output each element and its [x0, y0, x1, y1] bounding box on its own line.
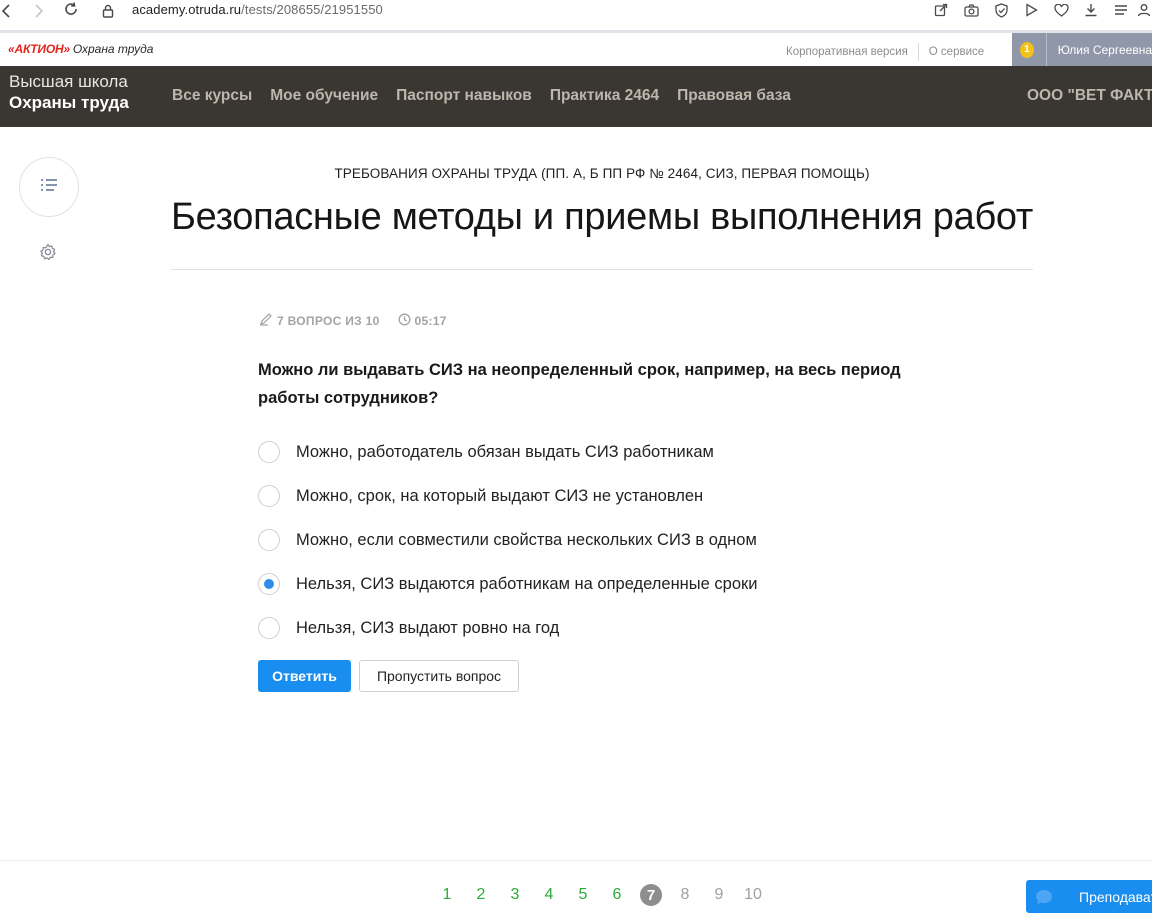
url-host: academy.otruda.ru — [132, 2, 242, 17]
nav-all-courses[interactable]: Все курсы — [172, 87, 252, 105]
answer-radio-5[interactable] — [258, 617, 280, 639]
about-service-link[interactable]: О сервисе — [929, 46, 984, 58]
answer-radio-4[interactable] — [258, 573, 280, 595]
answer-text-5: Нельзя, СИЗ выдают ровно на год — [296, 618, 560, 637]
site-top-strip: «АКТИОН» Охрана труда Корпоративная верс… — [0, 33, 1152, 66]
answer-radio-1[interactable] — [258, 441, 280, 463]
back-arrow-icon[interactable] — [0, 0, 18, 22]
pager-item-6[interactable]: 6 — [600, 886, 634, 904]
question-text: Можно ли выдавать СИЗ на неопределенный … — [258, 361, 901, 407]
download-icon[interactable] — [1076, 0, 1106, 20]
question-meta: 7 ВОПРОС ИЗ 10 05:17 — [259, 312, 465, 329]
brand-logo[interactable]: «АКТИОН» Охрана труда — [8, 42, 153, 56]
lock-icon[interactable] — [102, 4, 114, 23]
pager-divider — [0, 860, 1152, 861]
pager-item-4[interactable]: 4 — [532, 886, 566, 904]
top-links: Корпоративная версия О сервисе — [786, 43, 984, 61]
corporate-version-link[interactable]: Корпоративная версия — [786, 46, 908, 58]
pager-item-5[interactable]: 5 — [566, 886, 600, 904]
answer-option-5[interactable]: Нельзя, СИЗ выдают ровно на год — [258, 606, 757, 650]
browser-actions — [926, 0, 1152, 20]
notification-badge[interactable]: 1 — [1020, 41, 1034, 58]
school-name-line2: Охраны труда — [9, 93, 129, 112]
submit-answer-button[interactable]: Ответить — [258, 660, 351, 692]
school-name-line1: Высшая школа — [9, 72, 128, 91]
browser-toolbar: academy.otruda.ru/tests/208655/21951550 — [0, 0, 1152, 30]
title-divider — [171, 269, 1033, 270]
nav-legal-base[interactable]: Правовая база — [677, 87, 791, 105]
course-title: ТРЕБОВАНИЯ ОХРАНЫ ТРУДА (ПП. А, Б ПП РФ … — [334, 166, 870, 181]
pager-item-9[interactable]: 9 — [702, 886, 736, 904]
main-nav-links: Все курсы Мое обучение Паспорт навыков П… — [172, 87, 791, 105]
question-progress: 7 ВОПРОС ИЗ 10 — [259, 312, 380, 329]
answer-text-1: Можно, работодатель обязан выдать СИЗ ра… — [296, 442, 714, 461]
question-progress-label: 7 ВОПРОС ИЗ 10 — [277, 313, 380, 328]
lesson-title: Безопасные методы и приемы выполнения ра… — [170, 196, 1034, 238]
user-menu[interactable]: 1 Юлия Сергеевна — [1012, 33, 1152, 66]
play-icon[interactable] — [1016, 0, 1046, 20]
question-pager: 1 2 3 4 5 6 7 8 9 10 — [430, 884, 770, 906]
reload-icon[interactable] — [60, 0, 82, 20]
address-bar[interactable]: academy.otruda.ru/tests/208655/21951550 — [132, 2, 383, 17]
user-box-divider — [1045, 33, 1047, 66]
nav-practice-2464[interactable]: Практика 2464 — [550, 87, 659, 105]
organization-name[interactable]: ООО "ВЕТ ФАКТ — [1027, 87, 1152, 105]
answer-text-4: Нельзя, СИЗ выдаются работникам на опред… — [296, 574, 758, 593]
share-icon[interactable] — [926, 0, 956, 20]
nav-my-learning[interactable]: Мое обучение — [270, 87, 378, 105]
chat-bubble-icon — [1034, 887, 1054, 907]
brand-logo-mark: «АКТИОН» — [8, 42, 70, 56]
answer-radio-3[interactable] — [258, 529, 280, 551]
shield-icon[interactable] — [986, 0, 1016, 20]
gear-icon[interactable] — [38, 242, 58, 262]
radio-selected-dot — [264, 579, 274, 589]
url-path: /tests/208655/21951550 — [241, 2, 383, 17]
brand-logo-text: Охрана труда — [72, 42, 154, 56]
nav-skills-passport[interactable]: Паспорт навыков — [396, 87, 532, 105]
skip-question-button[interactable]: Пропустить вопрос — [359, 660, 519, 692]
answer-option-4[interactable]: Нельзя, СИЗ выдаются работникам на опред… — [258, 562, 757, 606]
pager-item-10[interactable]: 10 — [736, 886, 770, 904]
main-header: Высшая школа Охраны труда Все курсы Мое … — [0, 66, 1152, 127]
clock-icon — [398, 313, 411, 329]
timer-value: 05:17 — [414, 313, 447, 328]
pencil-icon — [259, 312, 273, 329]
teacher-chat-button[interactable]: Преподавател — [1026, 880, 1152, 913]
top-links-divider — [917, 43, 919, 61]
answer-option-2[interactable]: Можно, срок, на который выдают СИЗ не ус… — [258, 474, 757, 518]
answer-radio-2[interactable] — [258, 485, 280, 507]
pager-item-7[interactable]: 7 — [640, 884, 662, 906]
answer-text-2: Можно, срок, на который выдают СИЗ не ус… — [296, 486, 704, 505]
answer-option-3[interactable]: Можно, если совместили свойства нескольк… — [258, 518, 757, 562]
pager-item-3[interactable]: 3 — [498, 886, 532, 904]
pager-item-2[interactable]: 2 — [464, 886, 498, 904]
menu-lines-icon[interactable] — [1106, 0, 1136, 20]
pager-item-1[interactable]: 1 — [430, 886, 464, 904]
pager-item-8[interactable]: 8 — [668, 886, 702, 904]
school-logo[interactable]: Высшая школа Охраны труда — [9, 72, 129, 113]
camera-icon[interactable] — [956, 0, 986, 20]
answer-text-3: Можно, если совместили свойства нескольк… — [296, 530, 757, 549]
forward-arrow-icon[interactable] — [27, 0, 49, 22]
answer-list: Можно, работодатель обязан выдать СИЗ ра… — [258, 430, 757, 650]
heart-icon[interactable] — [1046, 0, 1076, 20]
profile-icon[interactable] — [1136, 0, 1152, 20]
user-name[interactable]: Юлия Сергеевна — [1058, 43, 1152, 57]
question-timer: 05:17 — [398, 313, 447, 329]
answer-option-1[interactable]: Можно, работодатель обязан выдать СИЗ ра… — [258, 430, 757, 474]
teacher-label: Преподавател — [1079, 888, 1152, 905]
